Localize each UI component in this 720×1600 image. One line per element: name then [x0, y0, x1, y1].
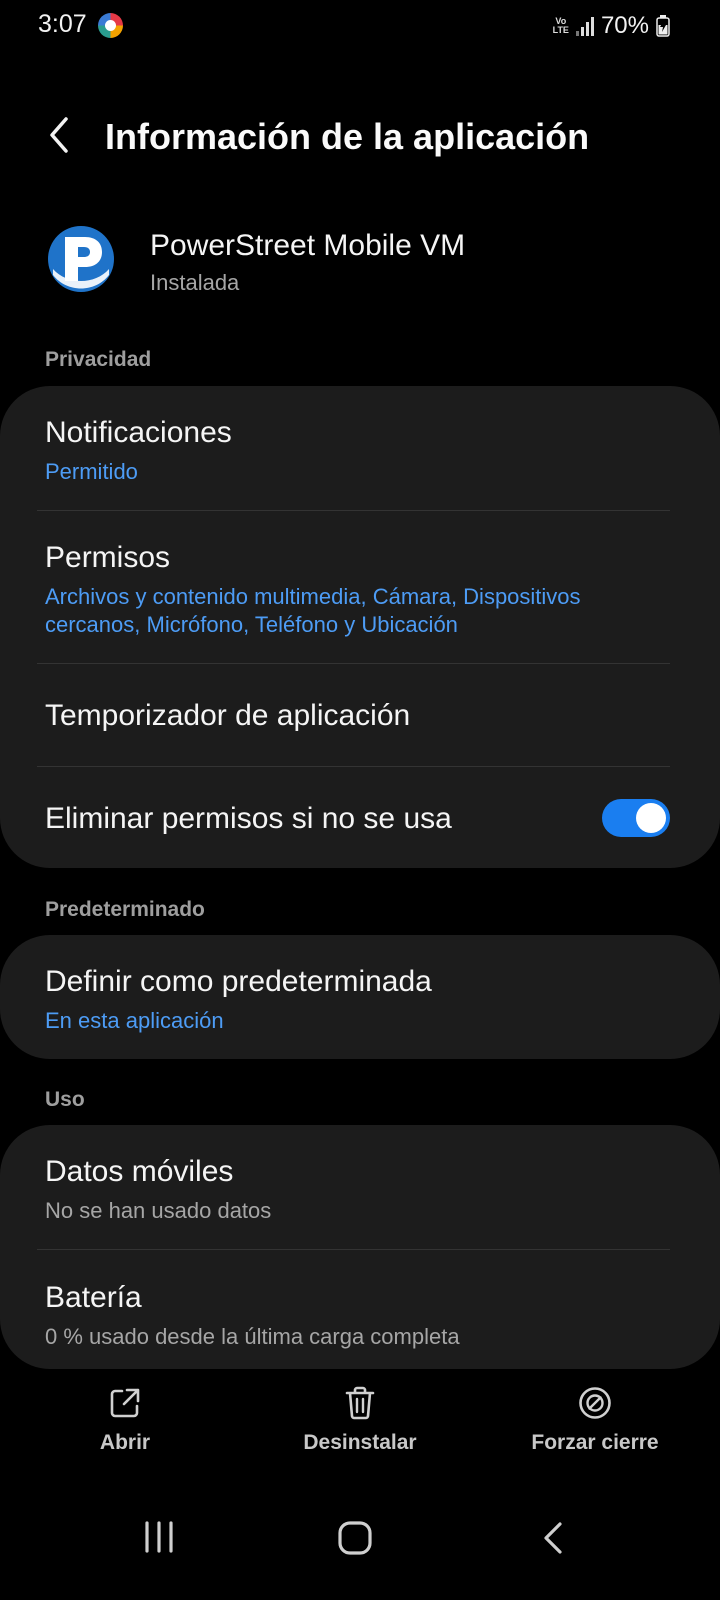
trash-icon — [345, 1386, 375, 1420]
mobile-data-item[interactable]: Datos móviles No se han usado datos — [45, 1155, 675, 1225]
chevron-left-icon[interactable] — [44, 115, 74, 155]
permissions-value: Archivos y contenido multimedia, Cámara,… — [45, 584, 581, 637]
notifications-title: Notificaciones — [45, 416, 232, 449]
section-label-usage: Uso — [45, 1088, 85, 1111]
remove-permissions-toggle[interactable] — [602, 799, 670, 837]
app-info-header: PowerStreet Mobile VM Instalada — [0, 215, 720, 305]
usage-card: Datos móviles No se han usado datos Bate… — [0, 1125, 720, 1369]
system-nav-bar — [0, 1490, 720, 1600]
permissions-title: Permisos — [45, 541, 171, 574]
app-timer-item[interactable]: Temporizador de aplicación — [45, 699, 675, 733]
home-icon[interactable] — [337, 1520, 373, 1556]
section-label-defaults: Predeterminado — [45, 898, 205, 921]
external-link-icon — [110, 1388, 140, 1418]
permissions-item[interactable]: Permisos Archivos y contenido multimedia… — [45, 541, 675, 639]
block-icon — [579, 1387, 611, 1419]
privacy-card: Notificaciones Permitido Permisos Archiv… — [0, 386, 720, 868]
divider — [37, 510, 670, 511]
mobile-data-title: Datos móviles — [45, 1155, 234, 1188]
force-stop-label: Forzar cierre — [531, 1431, 659, 1454]
notifications-item[interactable]: Notificaciones Permitido — [45, 416, 675, 486]
signal-icon — [575, 16, 594, 36]
remove-permissions-item[interactable]: Eliminar permisos si no se usa — [45, 802, 560, 836]
battery-percent: 70% — [600, 12, 649, 39]
divider — [37, 766, 670, 767]
divider — [37, 1249, 670, 1250]
page-title: Información de la aplicación — [105, 116, 590, 157]
toggle-knob — [636, 803, 666, 833]
mobile-data-value: No se han usado datos — [45, 1198, 272, 1223]
open-button[interactable]: Abrir — [25, 1385, 225, 1455]
set-default-value: En esta aplicación — [45, 1008, 224, 1033]
divider — [37, 663, 670, 664]
app-name: PowerStreet Mobile VM — [150, 229, 466, 262]
remove-permissions-title: Eliminar permisos si no se usa — [45, 802, 452, 835]
app-timer-title: Temporizador de aplicación — [45, 699, 411, 732]
app-bar: Información de la aplicación — [0, 100, 720, 180]
status-time: 3:07 — [38, 10, 87, 38]
battery-value: 0 % usado desde la última carga completa — [45, 1324, 460, 1349]
set-default-title: Definir como predeterminada — [45, 965, 432, 998]
force-stop-button[interactable]: Forzar cierre — [495, 1385, 695, 1455]
defaults-card: Definir como predeterminada En esta apli… — [0, 935, 720, 1059]
section-label-privacy: Privacidad — [45, 348, 152, 371]
status-bar: 3:07 Vo LTE 70% — [0, 0, 720, 52]
uninstall-button[interactable]: Desinstalar — [260, 1385, 460, 1455]
set-default-item[interactable]: Definir como predeterminada En esta apli… — [45, 965, 675, 1035]
app-logo — [48, 226, 114, 292]
bottom-action-bar: Abrir Desinstalar Forzar cierre — [0, 1375, 720, 1485]
back-nav-icon[interactable] — [540, 1520, 566, 1556]
open-label: Abrir — [99, 1431, 151, 1454]
battery-icon — [656, 15, 670, 37]
battery-item[interactable]: Batería 0 % usado desde la última carga … — [45, 1281, 675, 1351]
notification-app-icon — [98, 13, 123, 38]
uninstall-label: Desinstalar — [303, 1431, 417, 1454]
volte-icon: Vo LTE — [552, 16, 569, 35]
recents-icon[interactable] — [143, 1520, 175, 1554]
app-install-status: Instalada — [150, 270, 240, 295]
notifications-value: Permitido — [45, 459, 138, 484]
battery-title: Batería — [45, 1281, 142, 1314]
status-indicators: Vo LTE 70% — [553, 12, 670, 40]
